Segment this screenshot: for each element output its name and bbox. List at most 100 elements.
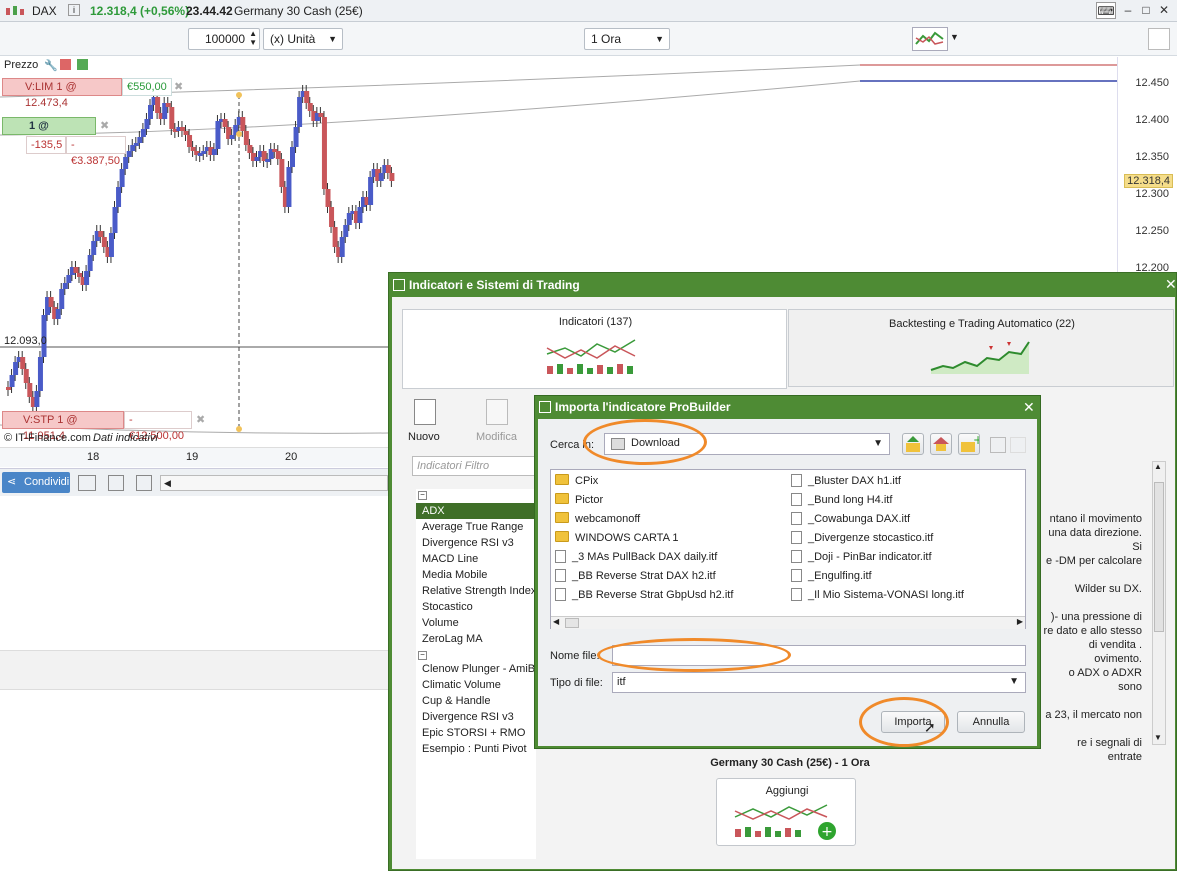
list-item[interactable]: MACD Line (416, 551, 536, 567)
file-item[interactable]: _Divergenze stocastico.itf (791, 529, 1021, 548)
scroll-up-icon[interactable]: ▲ (1154, 462, 1162, 471)
file-item[interactable]: _BB Reverse Strat GbpUsd h2.itf (555, 586, 785, 605)
candle (55, 309, 61, 319)
close-icon[interactable]: ✖ (196, 413, 205, 426)
window-icon (539, 401, 551, 413)
list-item[interactable]: Clenow Plunger - AmiBr (416, 661, 539, 677)
add-indicator-icon: + (734, 804, 836, 840)
description-scrollbar[interactable]: ▲ ▼ (1152, 461, 1166, 745)
list-view-icon[interactable] (1010, 437, 1026, 453)
list-item[interactable]: Esempio : Punti Pivot (416, 741, 536, 757)
close-icon[interactable]: ✖ (100, 119, 109, 132)
spinner-icon[interactable]: ▲ ▼ (249, 29, 257, 47)
file-list-scrollbar[interactable]: ◀ ▶ (551, 616, 1025, 629)
close-icon[interactable]: ✕ (1023, 399, 1035, 416)
list-icon[interactable] (108, 475, 124, 491)
file-item[interactable]: _Engulfing.itf (791, 567, 1021, 586)
grid-view-icon[interactable] (990, 437, 1006, 453)
list-item[interactable]: Divergence RSI v3 (416, 535, 536, 551)
scroll-thumb[interactable] (565, 618, 579, 628)
list-item[interactable]: Cup & Handle (416, 693, 536, 709)
wrench-icon[interactable]: 🔧 (44, 59, 58, 72)
file-item[interactable]: _Il Mio Sistema-VONASI long.itf (791, 586, 1021, 605)
folder-item[interactable]: webcamonoff (555, 510, 785, 529)
share-button[interactable]: ⋖ Condividi (2, 472, 70, 493)
close-icon[interactable]: ✕ (1165, 276, 1177, 293)
stop-order-value: -€12.500,00 (124, 411, 192, 442)
new-document-icon (414, 399, 436, 425)
file-item[interactable]: _Cowabunga DAX.itf (791, 510, 1021, 529)
cancel-button[interactable]: Annulla (957, 711, 1025, 733)
file-icon (791, 474, 802, 487)
symbol-label[interactable]: DAX (32, 4, 57, 18)
file-item[interactable]: _Bund long H4.itf (791, 491, 1021, 510)
position-tag[interactable]: 1 @ 12.451,4 (2, 117, 96, 148)
candle (165, 103, 171, 107)
timeframe-select[interactable]: 1 Ora ▼ (584, 28, 670, 50)
info-icon[interactable]: i (68, 4, 80, 16)
list-item[interactable]: ZeroLag MA (416, 631, 536, 647)
collapse-icon[interactable]: − (418, 651, 427, 660)
minimize-button[interactable]: – (1118, 2, 1138, 19)
file-item[interactable]: _3 MAs PullBack DAX daily.itf (555, 548, 785, 567)
order-green-icon[interactable] (77, 59, 88, 70)
folder-item[interactable]: CPix (555, 472, 785, 491)
file-item[interactable]: _Bluster DAX h1.itf (791, 472, 1021, 491)
stop-order-tag[interactable]: V:STP 1 @ 11.951,4 (2, 411, 124, 442)
candle (357, 207, 363, 223)
list-item[interactable]: Climatic Volume (416, 677, 536, 693)
indicator-filter-input[interactable]: Indicatori Filtro (412, 456, 536, 476)
tab-indicators[interactable]: Indicatori (137) (402, 309, 787, 389)
keyboard-icon[interactable]: ⌨ (1096, 2, 1116, 19)
folder-item[interactable]: Pictor (555, 491, 785, 510)
close-icon[interactable]: ✖ (174, 80, 183, 93)
description-line: a 23, il mercato non (1045, 709, 1142, 721)
filetype-select[interactable]: itf ▼ (612, 672, 1026, 693)
folder-item[interactable]: WINDOWS CARTA 1 (555, 529, 785, 548)
list-item[interactable]: Average True Range (416, 519, 536, 535)
up-folder-icon[interactable] (902, 433, 924, 455)
tab-backtesting[interactable]: Backtesting e Trading Automatico (22) (788, 309, 1174, 387)
scroll-right-icon[interactable]: ▶ (1017, 617, 1023, 626)
current-price-tick: 12.318,4 (1124, 174, 1173, 188)
file-item[interactable]: _BB Reverse Strat DAX h2.itf (555, 567, 785, 586)
y-axis: 12.450 12.400 12.350 12.318,4 12.300 12.… (1117, 57, 1177, 274)
candle (98, 231, 104, 237)
list-item[interactable]: Relative Strength Index (416, 583, 536, 599)
filename-label: Nome file: (550, 650, 600, 662)
list-item[interactable]: Epic STORSI + RMO (416, 725, 536, 741)
units-select[interactable]: (x) Unità ▼ (263, 28, 343, 50)
add-button[interactable]: Aggiungi + (716, 778, 856, 846)
new-folder-icon[interactable]: + (958, 433, 983, 455)
list-item[interactable]: Stocastico (416, 599, 536, 615)
close-button[interactable]: ✕ (1154, 2, 1174, 19)
list-item[interactable]: Media Mobile (416, 567, 536, 583)
drawing-icon[interactable] (78, 475, 96, 491)
candle (6, 387, 11, 390)
list-item[interactable]: Volume (416, 615, 536, 631)
quantity-value: 100000 (204, 32, 245, 46)
scroll-thumb[interactable] (1154, 482, 1164, 632)
limit-order-tag[interactable]: V:LIM 1 @ 12.473,4 (2, 78, 122, 109)
scroll-down-icon[interactable]: ▼ (1154, 733, 1162, 742)
edit-button[interactable]: Modifica (476, 397, 526, 445)
layers-icon[interactable] (136, 475, 152, 491)
settings-icon[interactable] (1148, 28, 1170, 50)
list-item[interactable]: Divergence RSI v3 (416, 709, 536, 725)
scroll-left-icon[interactable]: ◀ (553, 617, 559, 626)
quantity-input[interactable]: 100000 ▲ ▼ (188, 28, 260, 50)
indicator-list[interactable]: − ADX Average True Range Divergence RSI v3… (416, 489, 539, 859)
list-item[interactable]: ADX (416, 503, 536, 519)
collapse-icon[interactable]: − (418, 491, 427, 500)
chart-scrollbar[interactable]: ◀ (160, 475, 388, 491)
new-button[interactable]: Nuovo (408, 397, 448, 445)
home-icon[interactable] (930, 433, 952, 455)
candle (133, 143, 139, 146)
maximize-button[interactable]: □ (1136, 2, 1156, 19)
indicators-button[interactable] (912, 27, 948, 51)
chevron-down-icon[interactable]: ▼ (950, 32, 959, 42)
file-list[interactable]: CPix Pictor webcamonoff WINDOWS CARTA 1 _3 M… (550, 469, 1026, 629)
file-item[interactable]: _Doji - PinBar indicator.itf (791, 548, 1021, 567)
order-red-icon[interactable] (60, 59, 71, 70)
candle (279, 159, 285, 187)
